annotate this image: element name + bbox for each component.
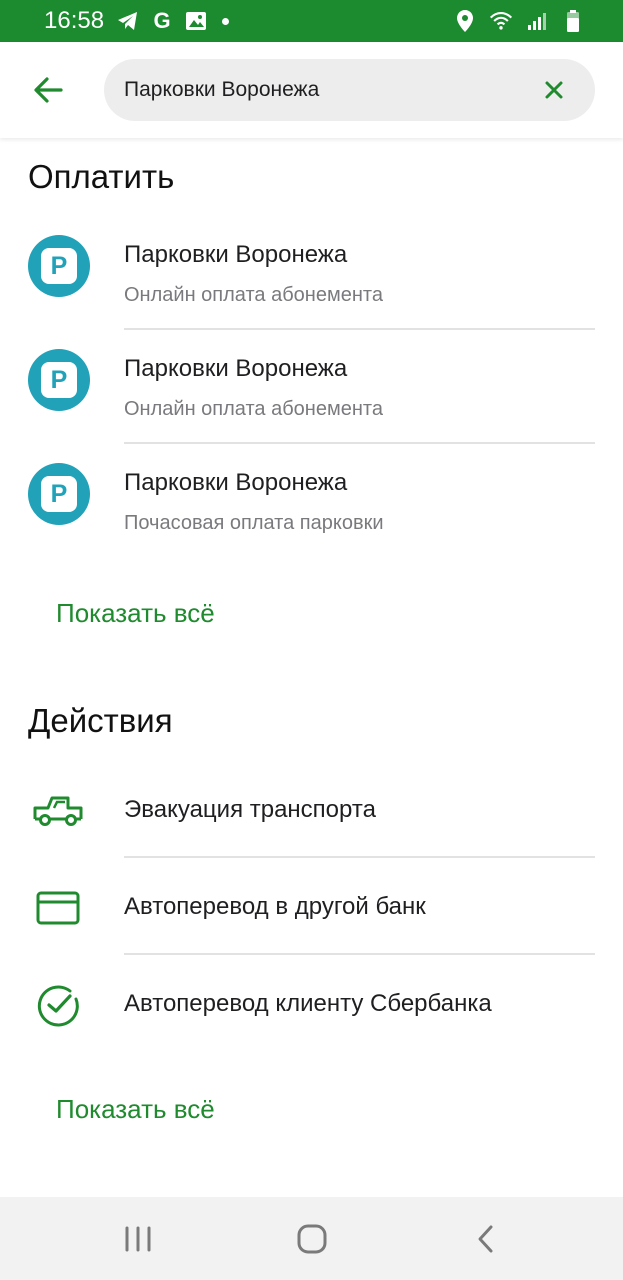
pay-item-subtitle: Онлайн оплата абонемента xyxy=(124,398,383,420)
battery-icon xyxy=(561,9,585,33)
search-header xyxy=(0,42,623,138)
pay-item[interactable]: P Парковки Воронежа Почасовая оплата пар… xyxy=(0,458,623,558)
pay-section-title: Оплатить xyxy=(28,158,175,195)
pay-item-title: Парковки Воронежа xyxy=(124,241,348,268)
arrow-left-icon xyxy=(34,77,63,103)
image-icon xyxy=(184,9,208,33)
pay-show-all-link[interactable]: Показать всё xyxy=(56,598,215,629)
parking-icon: P xyxy=(28,349,90,411)
telegram-icon xyxy=(116,9,140,33)
status-icons-left: G xyxy=(116,9,229,33)
pay-item-title: Парковки Воронежа xyxy=(124,469,348,496)
action-item-label: Автоперевод клиенту Сбербанка xyxy=(124,990,492,1017)
pay-item-title: Парковки Воронежа xyxy=(124,355,348,382)
recent-apps-icon xyxy=(125,1226,151,1252)
parking-icon: P xyxy=(28,463,90,525)
divider xyxy=(124,442,595,444)
search-input[interactable] xyxy=(124,59,524,121)
tow-truck-icon xyxy=(32,791,84,831)
status-bar: 16:58 G xyxy=(0,0,623,42)
divider xyxy=(124,953,595,955)
search-box[interactable] xyxy=(104,59,595,121)
clear-search-button[interactable] xyxy=(541,77,567,103)
actions-section-title: Действия xyxy=(28,702,173,739)
back-icon xyxy=(478,1225,493,1253)
wifi-icon xyxy=(489,9,513,33)
nav-back-button[interactable] xyxy=(464,1221,508,1257)
pay-item-subtitle: Онлайн оплата абонемента xyxy=(124,284,383,306)
card-icon xyxy=(32,888,84,928)
divider xyxy=(124,328,595,330)
divider xyxy=(124,856,595,858)
pay-item[interactable]: P Парковки Воронежа Онлайн оплата абонем… xyxy=(0,230,623,330)
pay-item-subtitle: Почасовая оплата парковки xyxy=(124,512,384,534)
check-circle-icon xyxy=(32,985,84,1027)
actions-show-all-link[interactable]: Показать всё xyxy=(56,1094,215,1125)
google-icon: G xyxy=(153,8,171,33)
home-button[interactable] xyxy=(290,1221,334,1257)
action-item-transfer-sber[interactable]: Автоперевод клиенту Сбербанка xyxy=(0,965,623,1049)
close-icon xyxy=(545,81,563,99)
action-item-label: Автоперевод в другой банк xyxy=(124,893,426,920)
status-icons-right xyxy=(453,9,585,33)
dot-icon xyxy=(222,17,229,25)
action-item-evacuation[interactable]: Эвакуация транспорта xyxy=(0,770,623,854)
navigation-bar xyxy=(0,1197,623,1280)
pay-item[interactable]: P Парковки Воронежа Онлайн оплата абонем… xyxy=(0,344,623,444)
location-icon xyxy=(453,9,477,33)
recent-apps-button[interactable] xyxy=(116,1221,160,1257)
status-time: 16:58 xyxy=(44,7,105,34)
signal-icon xyxy=(525,9,549,33)
action-item-transfer-bank[interactable]: Автоперевод в другой банк xyxy=(0,868,623,952)
back-button[interactable] xyxy=(28,70,68,110)
home-icon xyxy=(297,1224,327,1254)
action-item-label: Эвакуация транспорта xyxy=(124,796,376,823)
parking-icon: P xyxy=(28,235,90,297)
